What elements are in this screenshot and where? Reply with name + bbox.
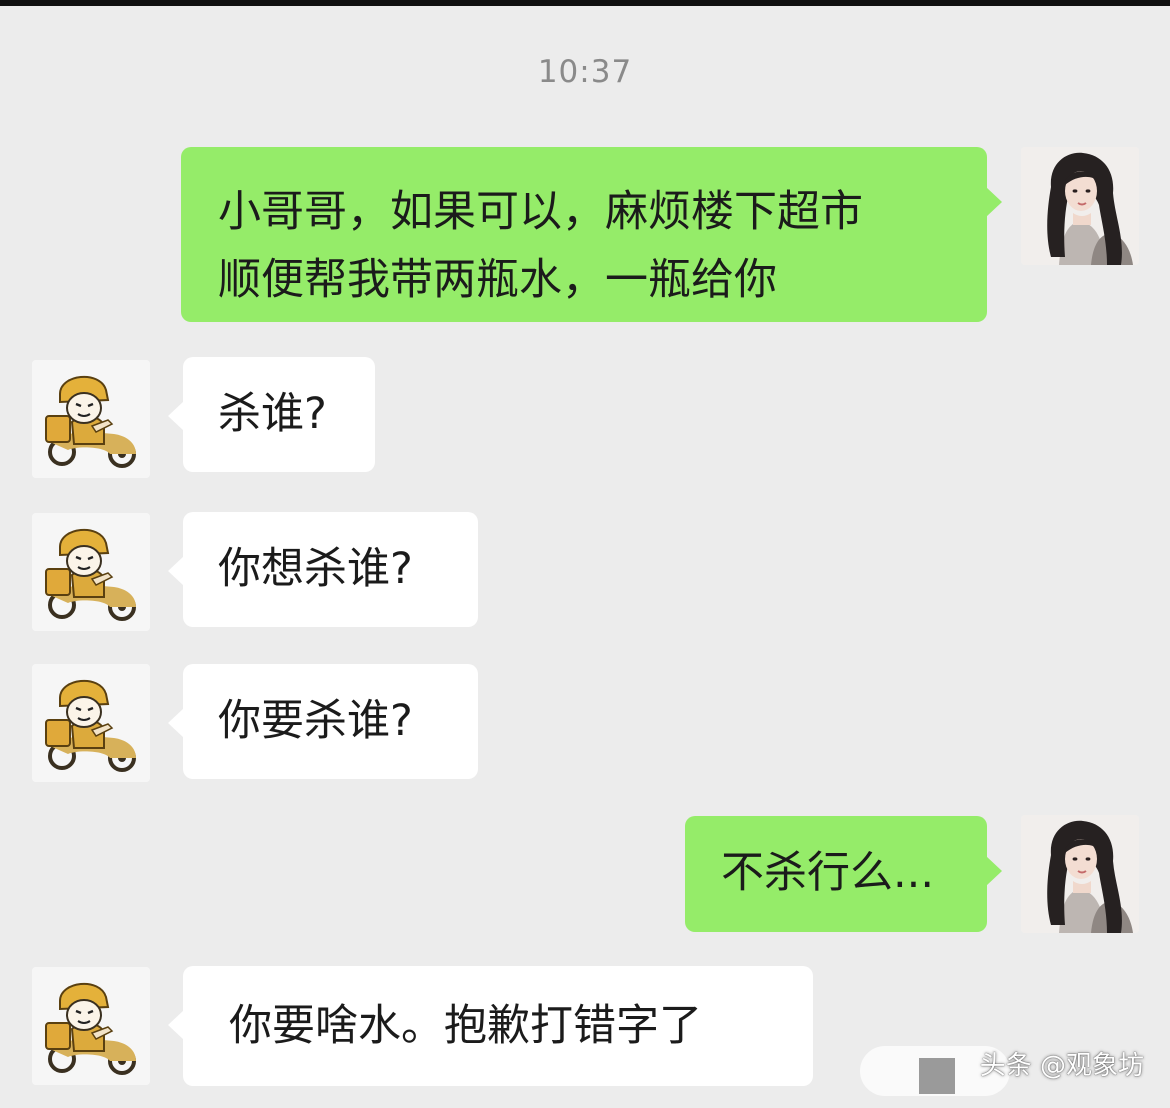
self-avatar[interactable] — [1021, 815, 1139, 933]
message-text-line: 不杀行么... — [721, 848, 935, 898]
message-text-line: 你要杀谁? — [218, 696, 413, 746]
message-text-line: 小哥哥，如果可以，麻烦楼下超市 — [218, 187, 863, 237]
watermark-text: 头条 @观象坊 — [979, 1051, 1144, 1081]
message-bubble-outgoing[interactable]: 小哥哥，如果可以，麻烦楼下超市 顺便帮我带两瓶水，一瓶给你 — [181, 147, 1002, 322]
chat-screen: 10:37 小哥哥，如果可以，麻烦楼下超市 顺便帮我带两瓶水，一瓶给你 杀谁? … — [0, 0, 1170, 1108]
message-text-line: 你要啥水。抱歉打错字了 — [229, 1001, 702, 1051]
courier-scooter-avatar-icon — [32, 513, 150, 631]
courier-scooter-avatar-icon — [32, 967, 150, 1085]
courier-scooter-avatar-icon — [32, 360, 150, 478]
message-text-line: 顺便帮我带两瓶水，一瓶给你 — [218, 255, 777, 305]
courier-avatar[interactable] — [32, 664, 150, 782]
message-bubble-incoming[interactable]: 你想杀谁? — [168, 512, 478, 627]
status-bar-strip — [0, 0, 1170, 6]
message-bubble-incoming[interactable]: 杀谁? — [168, 357, 375, 472]
courier-avatar[interactable] — [32, 513, 150, 631]
courier-avatar[interactable] — [32, 360, 150, 478]
message-text-line: 你想杀谁? — [218, 544, 413, 594]
message-text-line: 杀谁? — [218, 389, 327, 439]
message-bubble-outgoing[interactable]: 不杀行么... — [685, 816, 1002, 932]
blurred-overlay-block — [919, 1058, 955, 1094]
self-avatar[interactable] — [1021, 147, 1139, 265]
message-timestamp: 10:37 — [537, 54, 633, 90]
message-bubble-incoming[interactable]: 你要啥水。抱歉打错字了 — [168, 966, 813, 1086]
courier-avatar[interactable] — [32, 967, 150, 1085]
girl-portrait-avatar-icon — [1021, 815, 1139, 933]
message-bubble-incoming[interactable]: 你要杀谁? — [168, 664, 478, 779]
girl-portrait-avatar-icon — [1021, 147, 1139, 265]
courier-scooter-avatar-icon — [32, 664, 150, 782]
